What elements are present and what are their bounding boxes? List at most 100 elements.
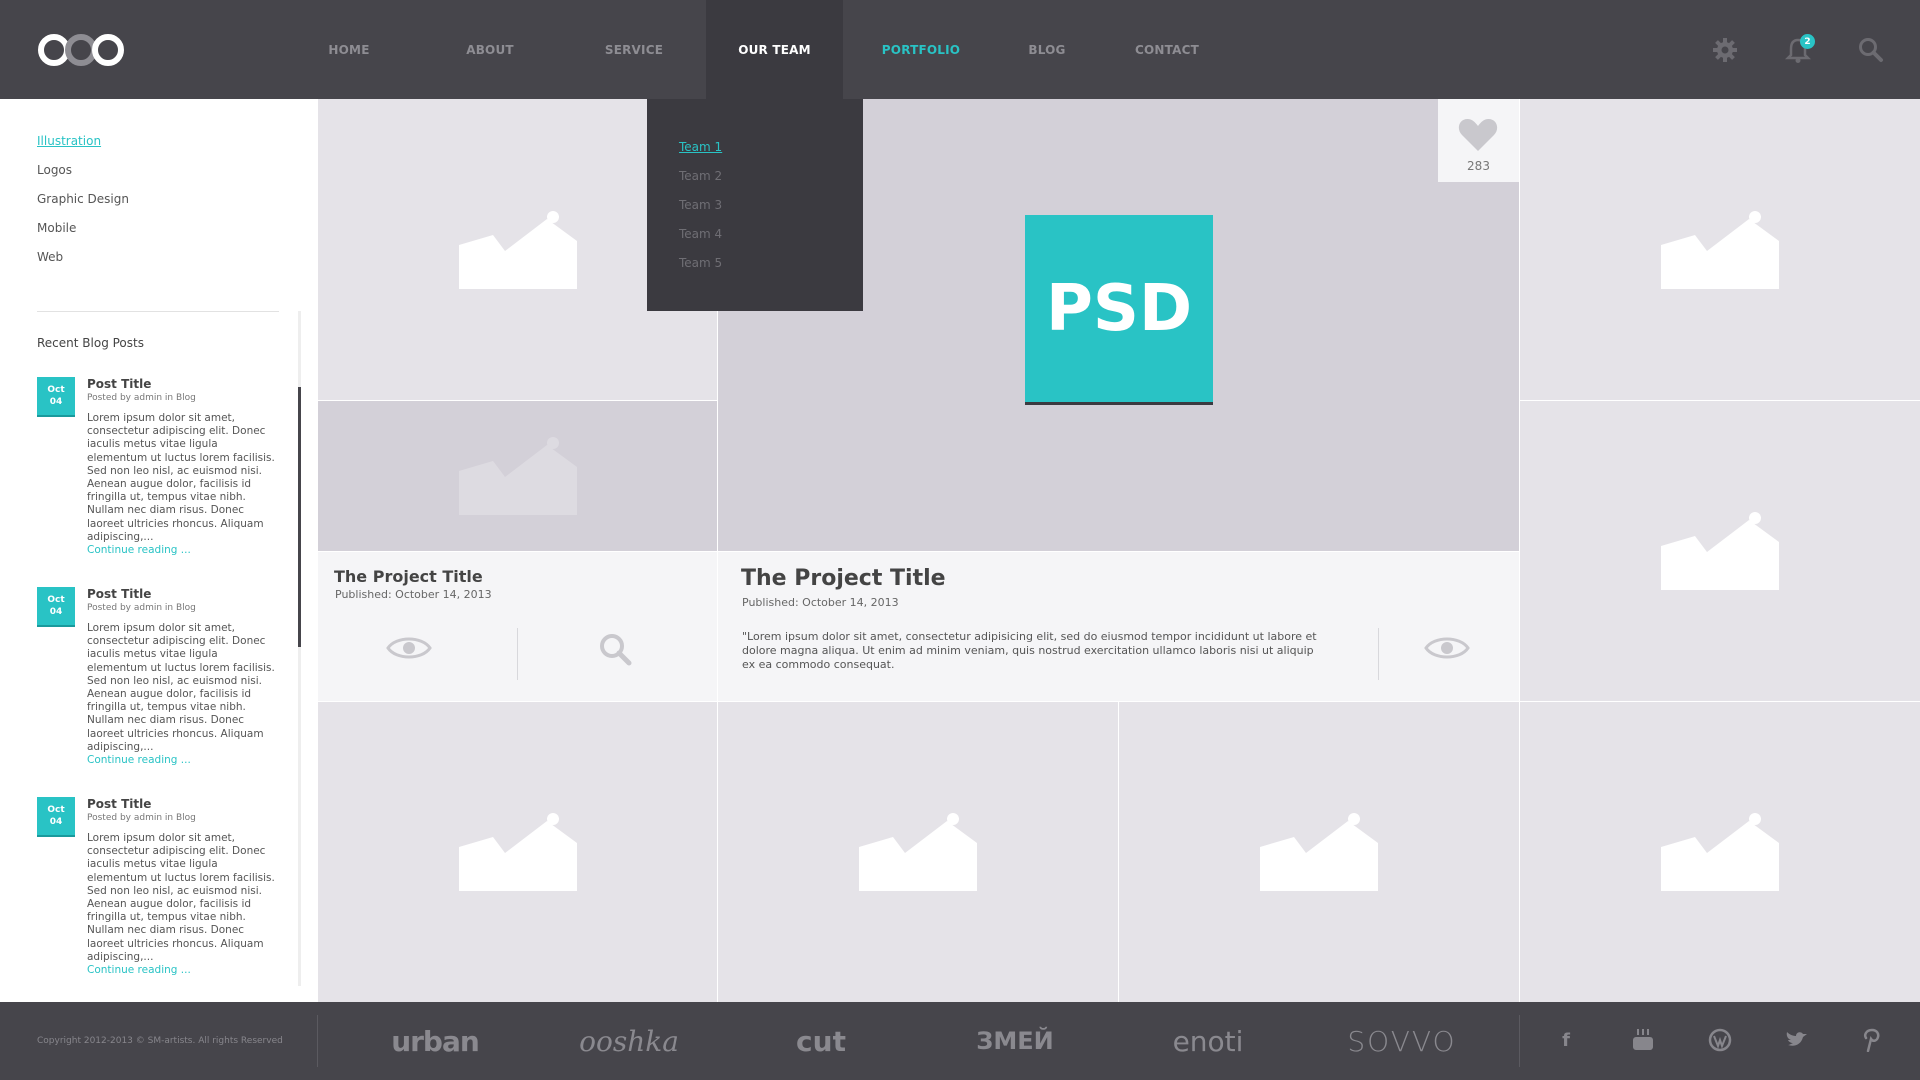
date-month: Oct [47, 805, 65, 815]
portfolio-tile[interactable] [1520, 702, 1920, 1002]
like-count: 283 [1467, 159, 1490, 173]
post-excerpt: Lorem ipsum dolor sit amet, consectetur … [87, 412, 275, 543]
image-placeholder-icon [1661, 813, 1779, 891]
date-badge: Oct 04 [37, 377, 75, 417]
nav-portfolio[interactable]: PORTFOLIO [843, 0, 999, 99]
nav-blog[interactable]: BLOG [999, 0, 1095, 99]
post-title[interactable]: Post Title [87, 377, 151, 391]
post-meta: Posted by admin in Blog [87, 393, 196, 403]
eye-icon[interactable] [386, 634, 432, 662]
date-month: Oct [47, 385, 65, 395]
portfolio-tile[interactable] [318, 401, 717, 551]
search-icon[interactable] [1857, 36, 1885, 64]
notification-badge: 2 [1800, 34, 1815, 49]
youtube-glyph [1633, 1029, 1653, 1050]
project-date: Published: October 14, 2013 [335, 588, 492, 601]
wordpress-glyph [1708, 1028, 1732, 1052]
project-info-card: The Project Title Published: October 14,… [318, 552, 717, 701]
pinterest-icon[interactable] [1860, 1028, 1884, 1052]
image-placeholder-icon [1661, 512, 1779, 590]
portfolio-tile[interactable] [1119, 702, 1519, 1002]
eye-icon[interactable] [1424, 634, 1470, 662]
project-title[interactable]: The Project Title [334, 567, 483, 586]
brand-logo-sovvo[interactable]: SOVVO [1347, 1024, 1456, 1058]
copyright-text: Copyright 2012-2013 © SM-artists. All ri… [37, 1036, 283, 1046]
scrollbar-thumb[interactable] [298, 387, 301, 647]
divider [37, 311, 279, 312]
featured-title[interactable]: The Project Title [741, 566, 946, 591]
team-dropdown-menu: Team 1 Team 2 Team 3 Team 4 Team 5 [647, 99, 863, 311]
recent-posts-heading: Recent Blog Posts [37, 336, 144, 350]
youtube-icon[interactable] [1631, 1028, 1655, 1052]
divider [317, 1015, 318, 1067]
image-placeholder-icon [458, 437, 577, 515]
portfolio-tile[interactable] [318, 702, 717, 1002]
facebook-icon[interactable]: f [1554, 1028, 1578, 1052]
dropdown-item-team-1[interactable]: Team 1 [647, 140, 863, 169]
nav-contact[interactable]: CONTACT [1095, 0, 1239, 99]
like-box[interactable]: 283 [1438, 99, 1519, 182]
dropdown-item-team-3[interactable]: Team 3 [647, 198, 863, 227]
psd-badge: PSD [1025, 215, 1213, 405]
post-excerpt: Lorem ipsum dolor sit amet, consectetur … [87, 832, 275, 963]
category-mobile[interactable]: Mobile [37, 221, 129, 250]
category-logos[interactable]: Logos [37, 163, 129, 192]
nav-about[interactable]: ABOUT [418, 0, 562, 99]
category-graphic-design[interactable]: Graphic Design [37, 192, 129, 221]
featured-description: "Lorem ipsum dolor sit amet, consectetur… [742, 630, 1317, 671]
date-day: 04 [49, 397, 63, 407]
dropdown-item-team-4[interactable]: Team 4 [647, 227, 863, 256]
continue-reading-link[interactable]: Continue reading ... [87, 544, 191, 556]
twitter-icon[interactable] [1785, 1028, 1809, 1052]
brand-logo-urban[interactable]: urban [385, 1024, 485, 1058]
brand-logo-ooshka[interactable]: ooshka [577, 1024, 681, 1058]
heart-icon[interactable] [1458, 117, 1498, 151]
pinterest-glyph [1864, 1028, 1880, 1052]
image-placeholder-icon [458, 210, 577, 289]
image-placeholder-icon [859, 813, 977, 891]
post-title[interactable]: Post Title [87, 797, 151, 811]
portfolio-tile[interactable] [1520, 401, 1920, 701]
date-month: Oct [47, 595, 65, 605]
category-web[interactable]: Web [37, 250, 129, 279]
continue-reading-link[interactable]: Continue reading ... [87, 754, 191, 766]
date-day: 04 [49, 607, 63, 617]
dropdown-item-team-2[interactable]: Team 2 [647, 169, 863, 198]
date-day: 04 [49, 817, 63, 827]
wordpress-icon[interactable] [1708, 1028, 1732, 1052]
post-title[interactable]: Post Title [87, 587, 151, 601]
brand-logo-zmey[interactable]: ЗМЕЙ [962, 1024, 1068, 1058]
footer: Copyright 2012-2013 © SM-artists. All ri… [0, 1002, 1920, 1080]
image-placeholder-icon [1260, 813, 1378, 891]
brand-logo-cut[interactable]: cut [781, 1024, 861, 1058]
continue-reading-link[interactable]: Continue reading ... [87, 964, 191, 976]
portfolio-tile[interactable] [1520, 99, 1920, 400]
image-placeholder-icon [1661, 210, 1779, 289]
zoom-icon[interactable] [598, 632, 632, 666]
portfolio-tile[interactable] [718, 702, 1118, 1002]
divider [1378, 628, 1379, 680]
featured-info-card: The Project Title Published: October 14,… [718, 552, 1519, 701]
image-placeholder-icon [458, 813, 577, 891]
brand-logo-enoti[interactable]: enoti [1168, 1024, 1248, 1058]
dropdown-item-team-5[interactable]: Team 5 [647, 256, 863, 285]
divider [1519, 1015, 1520, 1067]
date-badge: Oct 04 [37, 587, 75, 627]
gear-icon[interactable] [1711, 36, 1739, 64]
nav-our-team[interactable]: OUR TEAM [706, 0, 843, 99]
sidebar: Illustration Logos Graphic Design Mobile… [0, 99, 317, 1002]
post-excerpt: Lorem ipsum dolor sit amet, consectetur … [87, 622, 275, 753]
divider [517, 628, 518, 680]
post-meta: Posted by admin in Blog [87, 603, 196, 613]
twitter-glyph [1786, 1032, 1807, 1046]
logo[interactable] [36, 32, 126, 68]
date-badge: Oct 04 [37, 797, 75, 837]
category-list: Illustration Logos Graphic Design Mobile… [37, 134, 129, 279]
nav-home[interactable]: HOME [280, 0, 418, 99]
post-meta: Posted by admin in Blog [87, 813, 196, 823]
featured-date: Published: October 14, 2013 [742, 596, 899, 609]
main-nav: HOME ABOUT SERVICE OUR TEAM PORTFOLIO BL… [280, 0, 1239, 99]
header: HOME ABOUT SERVICE OUR TEAM PORTFOLIO BL… [0, 0, 1920, 99]
category-illustration[interactable]: Illustration [37, 134, 129, 163]
nav-service[interactable]: SERVICE [562, 0, 706, 99]
